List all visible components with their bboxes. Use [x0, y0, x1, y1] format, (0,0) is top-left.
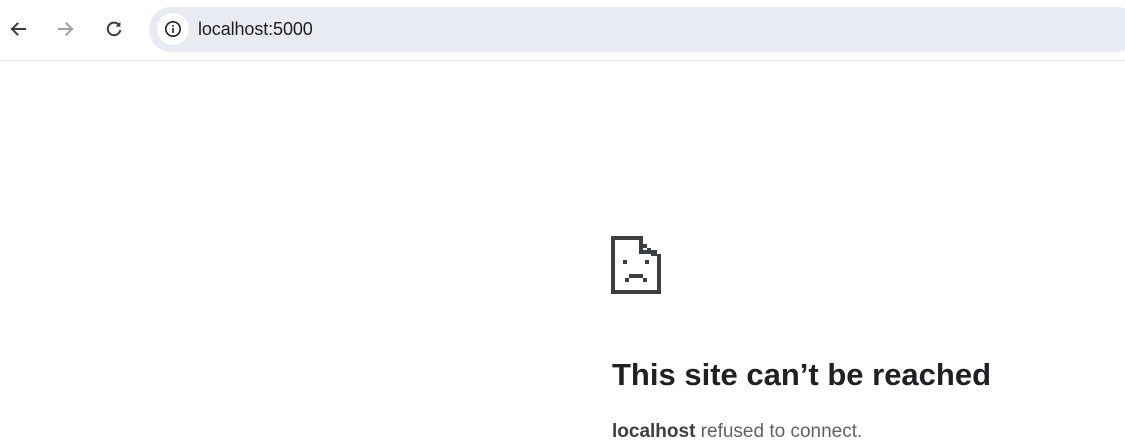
arrow-right-icon — [58, 22, 74, 36]
forward-button[interactable] — [50, 11, 82, 47]
address-bar[interactable]: localhost:5000 — [149, 7, 1125, 52]
error-description: localhost refused to connect. — [612, 421, 862, 443]
url-text[interactable]: localhost:5000 — [198, 19, 313, 40]
site-info-button[interactable] — [157, 13, 189, 45]
error-title: This site can’t be reached — [612, 357, 992, 392]
error-page: This site can’t be reached localhost ref… — [0, 61, 1125, 442]
reload-button[interactable] — [98, 11, 130, 47]
error-message: refused to connect. — [695, 421, 863, 442]
reload-icon — [106, 21, 122, 37]
back-button[interactable] — [2, 11, 34, 47]
sad-document-icon — [611, 236, 661, 294]
error-host: localhost — [612, 421, 696, 442]
info-icon — [165, 21, 181, 37]
arrow-left-icon — [10, 22, 26, 36]
browser-toolbar: localhost:5000 — [0, 0, 1125, 61]
